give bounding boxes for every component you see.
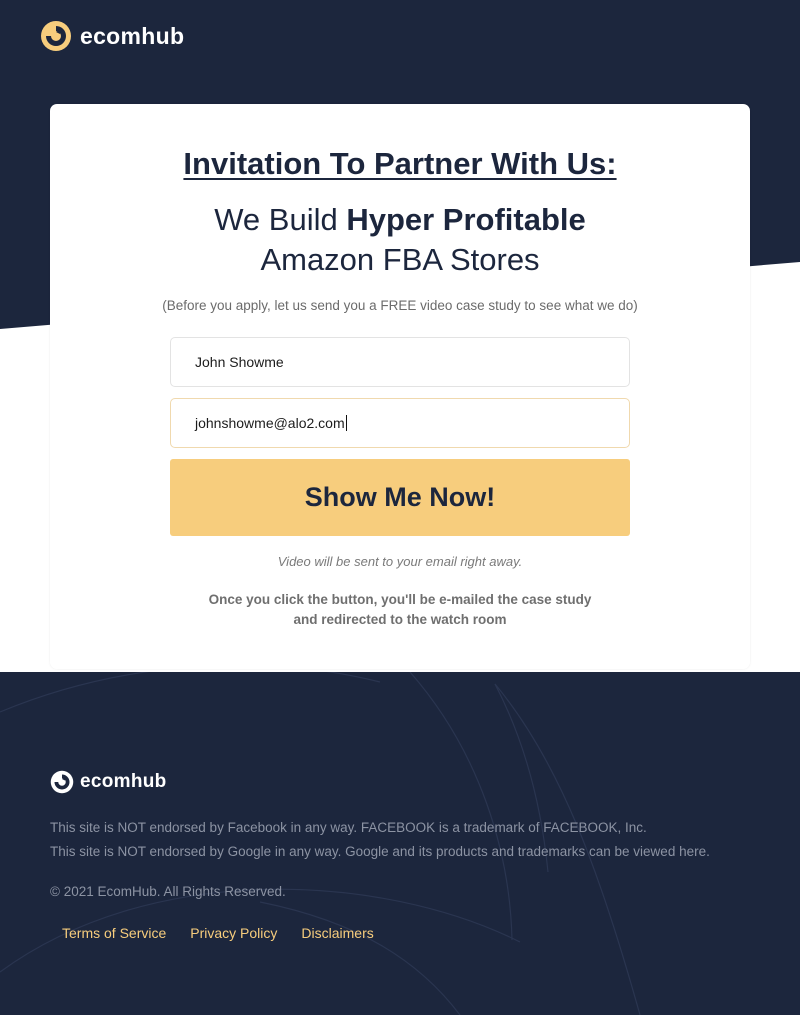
ecomhub-logo-icon: [41, 21, 71, 51]
signup-card: Invitation To Partner With Us: We Build …: [50, 104, 750, 669]
case-study-note: (Before you apply, let us send you a FRE…: [162, 298, 638, 313]
copyright: © 2021 EcomHub. All Rights Reserved.: [50, 884, 286, 899]
subtitle-prefix: We Build: [214, 202, 347, 237]
footer: ecomhub This site is NOT endorsed by Fac…: [0, 672, 800, 1015]
terms-of-service-link[interactable]: Terms of Service: [62, 925, 166, 941]
header-logo[interactable]: ecomhub: [40, 20, 184, 52]
subtitle-line2: Amazon FBA Stores: [260, 242, 540, 277]
delivery-note: Video will be sent to your email right a…: [277, 554, 523, 569]
redirect-note: Once you click the button, you'll be e-m…: [208, 592, 592, 627]
footer-brand-name: ecomhub: [80, 771, 167, 792]
facebook-disclaimer: This site is NOT endorsed by Facebook in…: [50, 820, 647, 835]
ecomhub-logo-icon: [50, 770, 74, 794]
name-field[interactable]: John Showme: [170, 337, 630, 387]
email-field[interactable]: johnshowme@alo2.com: [170, 398, 630, 448]
google-disclaimer: This site is NOT endorsed by Google in a…: [50, 844, 710, 859]
disclaimers-link[interactable]: Disclaimers: [301, 925, 373, 941]
brand-name: ecomhub: [80, 22, 185, 49]
page-subtitle: We Build Hyper Profitable Amazon FBA Sto…: [50, 200, 750, 280]
footer-links: Terms of Service Privacy Policy Disclaim…: [62, 925, 374, 941]
show-me-now-button[interactable]: Show Me Now!: [170, 459, 630, 536]
text-cursor: [345, 415, 347, 431]
page-title: Invitation To Partner With Us:: [183, 146, 617, 181]
subtitle-emphasis: Hyper Profitable: [346, 202, 586, 237]
email-field-value: johnshowme@alo2.com: [195, 415, 345, 431]
privacy-policy-link[interactable]: Privacy Policy: [190, 925, 277, 941]
footer-logo[interactable]: ecomhub: [50, 770, 167, 794]
name-field-value: John Showme: [195, 354, 284, 370]
